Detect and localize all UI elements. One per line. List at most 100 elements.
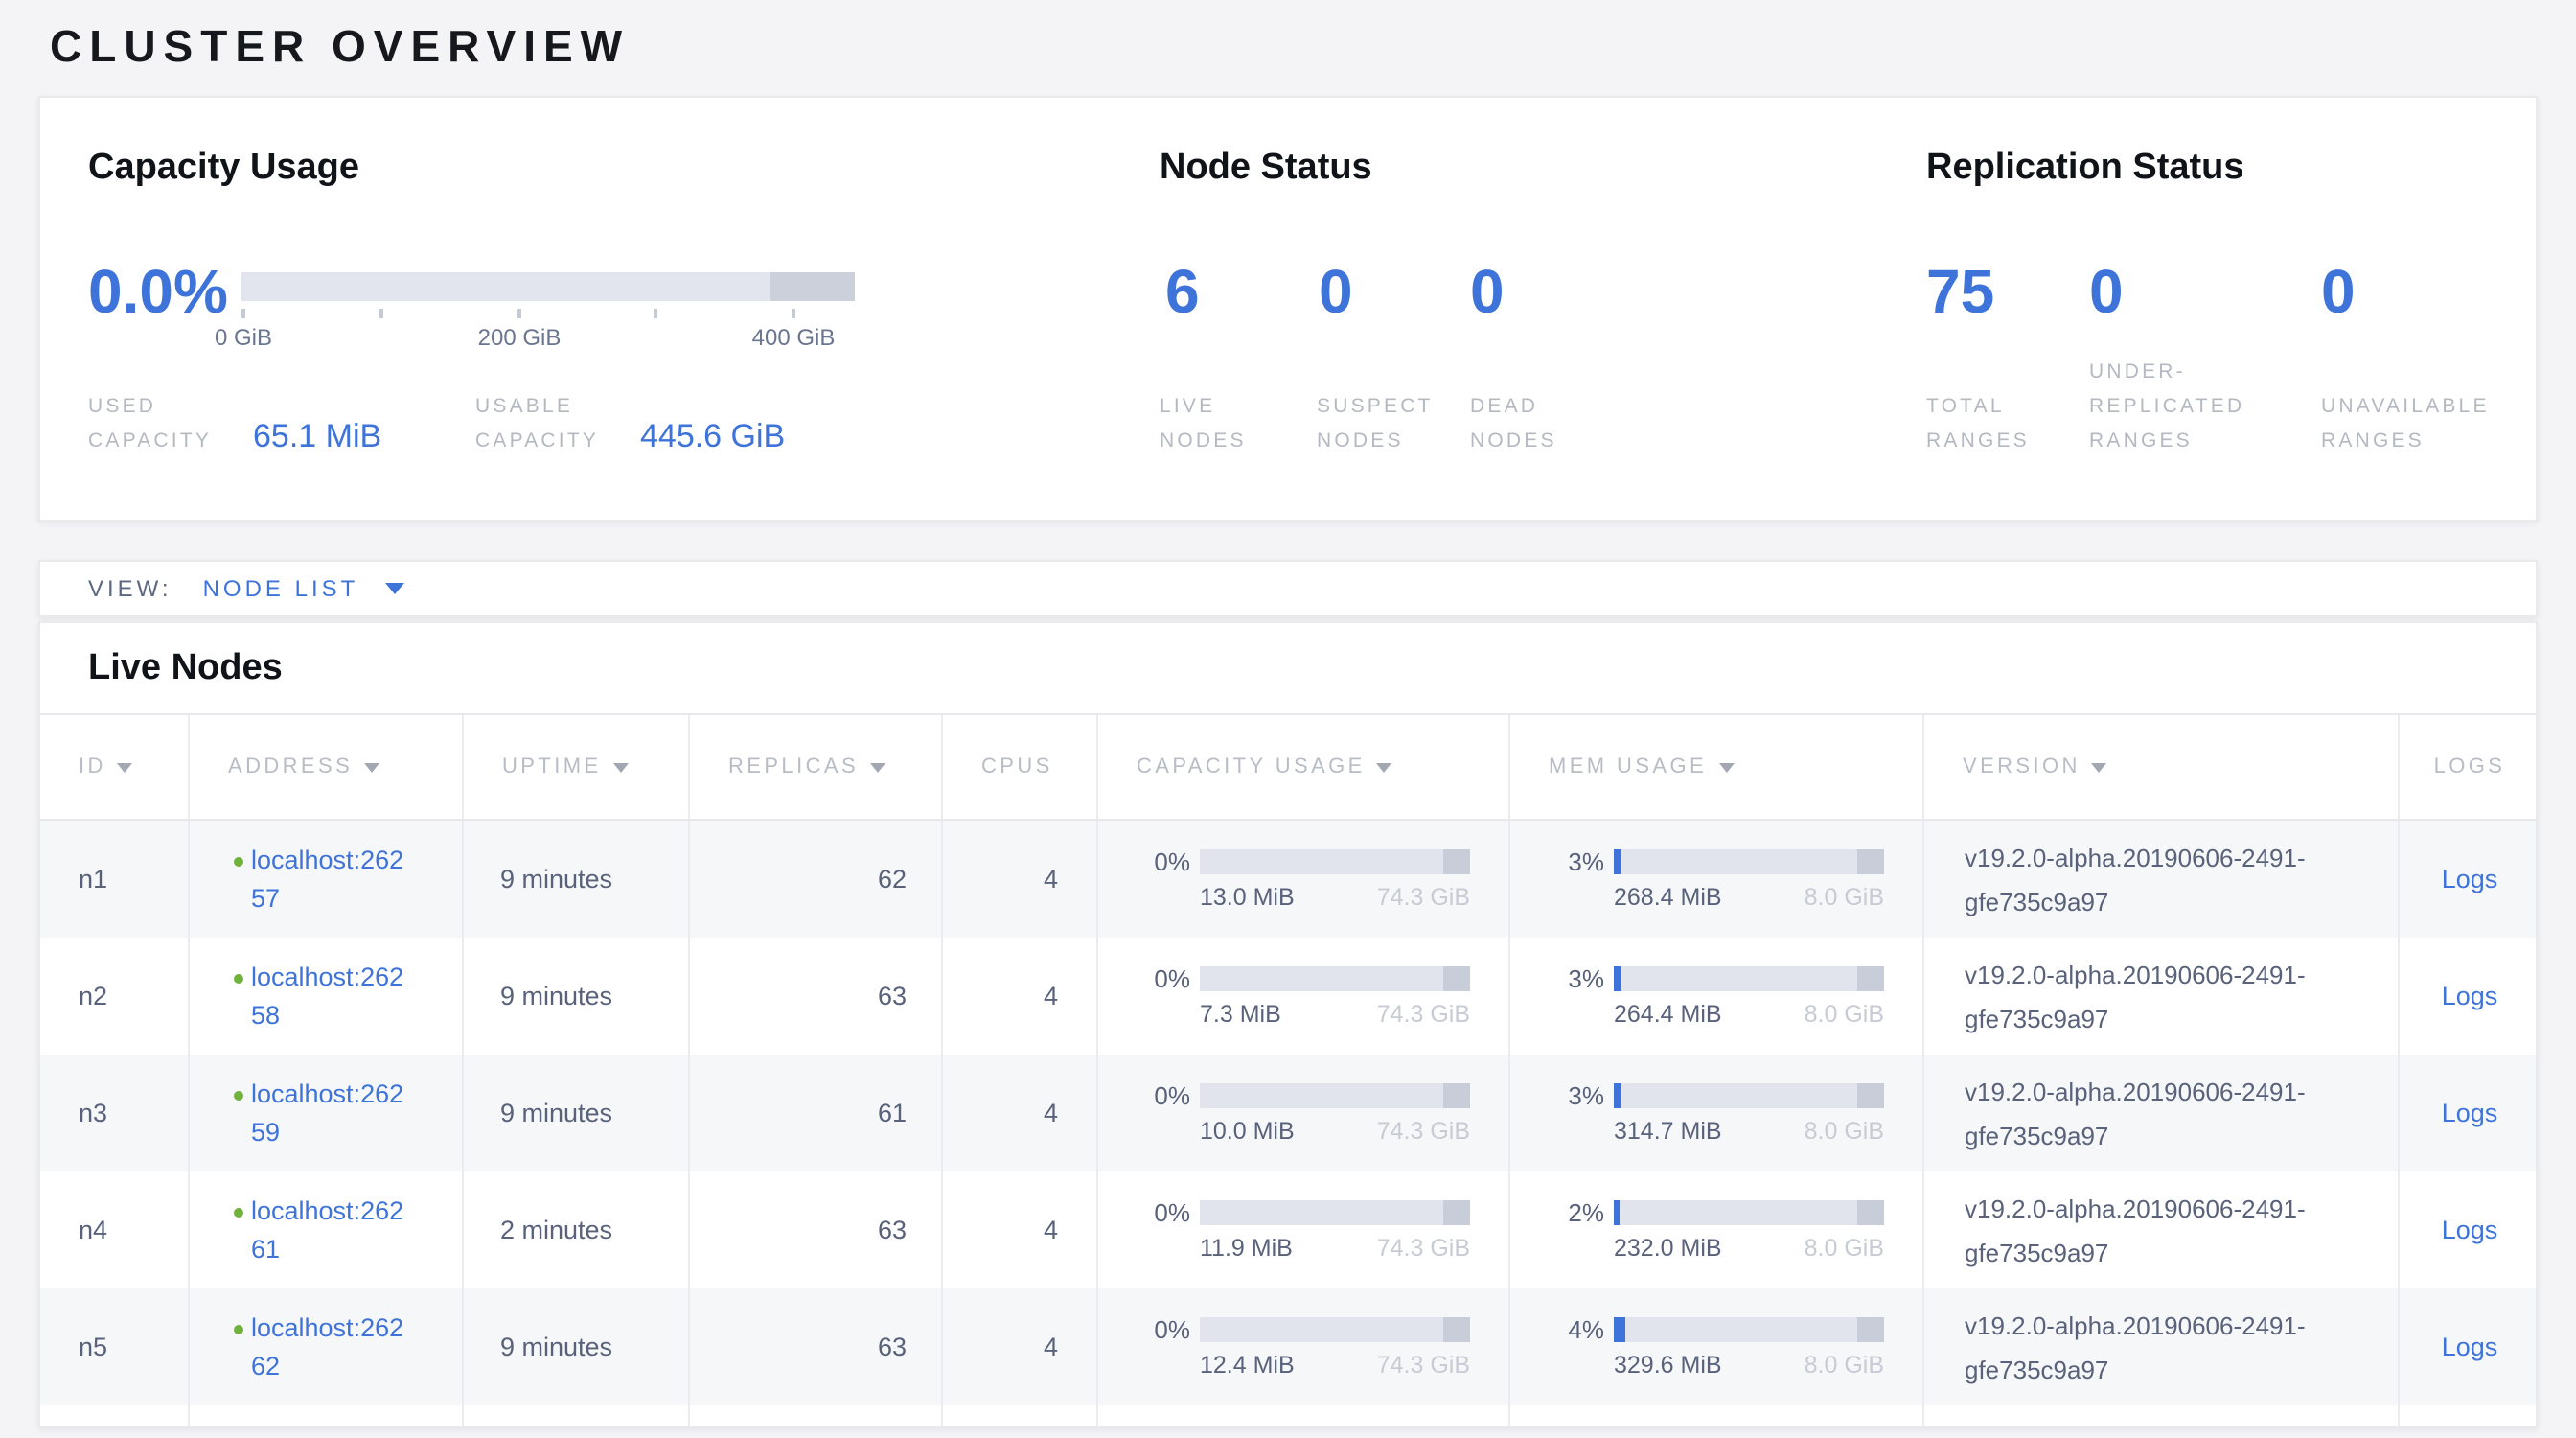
node-version-cell: v19.2.0-alpha.20190606-2491-gfe735c9a97 [1924,1288,2400,1405]
mem-used: 268.4 MiB [1614,884,1722,911]
usable-capacity-value: 445.6 GiB [640,418,785,458]
mem-used: 329.6 MiB [1614,1352,1722,1379]
column-header-replicas[interactable]: REPLICAS [690,715,943,819]
capacity-total: 74.3 GiB [1377,884,1470,911]
table-row: n4 localhost:26261 2 minutes 63 4 0% 11.… [40,1171,2536,1288]
logs-link[interactable]: Logs [2442,1333,2498,1361]
summary-card: Capacity Usage 0.0% 0 GiB 200 GiB 400 Gi… [38,96,2538,522]
node-cpus: 4 [943,938,1098,1055]
capacity-used: 10.0 MiB [1200,1118,1295,1145]
capacity-total: 74.3 GiB [1377,1118,1470,1145]
table-row: n5 localhost:26262 9 minutes 63 4 0% 12.… [40,1288,2536,1405]
usable-capacity-stat: USABLE CAPACITY 445.6 GiB [475,389,785,458]
usable-capacity-label: USABLE CAPACITY [475,389,629,458]
capacity-bar [1200,966,1470,991]
mem-usage-cell: 4% 329.6 MiB 8.0 GiB [1510,1288,1924,1405]
node-cpus: 4 [943,821,1098,938]
node-version-cell: v19.2.0-alpha.20190606-2491-gfe735c9a97 [1924,1055,2400,1171]
live-nodes-label: LIVE NODES [1160,389,1278,458]
node-cpus: 4 [943,1288,1098,1405]
dead-nodes-label: DEAD NODES [1470,389,1589,458]
sort-arrow-icon [364,762,380,772]
column-header-version[interactable]: VERSION [1924,715,2400,819]
capacity-percent: 0% [1154,964,1190,993]
view-label: VIEW: [88,575,172,602]
capacity-percent: 0% [1154,1198,1190,1227]
axis-tick-label: 0 GiB [215,324,272,351]
page-title: CLUSTER OVERVIEW [50,21,630,73]
node-version: v19.2.0-alpha.20190606-2491-gfe735c9a97 [1965,1069,2329,1157]
logs-link[interactable]: Logs [2442,982,2498,1010]
node-cpus: 4 [943,1055,1098,1171]
node-replicas: 63 [690,1288,943,1405]
capacity-usage-cell: 0% 11.9 MiB 74.3 GiB [1098,1171,1510,1288]
mem-total: 8.0 GiB [1805,1235,1884,1262]
column-header-logs: LOGS [2400,715,2538,819]
node-address-link[interactable]: localhost:26262 [251,1309,408,1385]
cluster-overview-page: CLUSTER OVERVIEW Capacity Usage 0.0% 0 G… [0,0,2576,1438]
mem-percent: 2% [1568,1198,1604,1227]
node-uptime: 9 minutes [464,1055,690,1171]
capacity-usage-cell: 0% 13.0 MiB 74.3 GiB [1098,821,1510,938]
mem-percent: 4% [1568,1315,1604,1344]
mem-percent: 3% [1568,1081,1604,1110]
mem-total: 8.0 GiB [1805,884,1884,911]
node-uptime: 2 minutes [464,1171,690,1288]
capacity-percent: 0.0% [88,259,228,326]
capacity-total: 74.3 GiB [1377,1001,1470,1028]
column-header-mem-usage[interactable]: MEM USAGE [1510,715,1924,819]
mem-used: 232.0 MiB [1614,1235,1722,1262]
node-replicas: 62 [690,821,943,938]
unavailable-label: UNAVAILABLE RANGES [2321,389,2505,458]
logs-cell: Logs [2400,1171,2538,1288]
node-address-link[interactable]: localhost:26259 [251,1075,408,1151]
node-replicas: 63 [690,1171,943,1288]
suspect-nodes-count: 0 [1319,259,1353,326]
logs-link[interactable]: Logs [2442,1216,2498,1244]
table-header-row: ID ADDRESS UPTIME REPLICAS CPUS CAPACITY… [40,713,2536,821]
axis-tick-label: 200 GiB [478,324,562,351]
sort-arrow-icon [870,762,886,772]
view-mode-dropdown[interactable]: NODE LIST [203,575,405,602]
column-header-cpus: CPUS [943,715,1098,819]
column-header-address[interactable]: ADDRESS [190,715,464,819]
capacity-bar-cap [770,272,855,301]
node-id: n5 [40,1288,190,1405]
node-live-dot [234,856,243,866]
used-capacity-label: USED CAPACITY [88,389,242,458]
table-row: n3 localhost:26259 9 minutes 61 4 0% 10.… [40,1055,2536,1171]
mem-usage-cell: 3% 314.7 MiB 8.0 GiB [1510,1055,1924,1171]
node-address-cell: localhost:26261 [190,1171,464,1288]
mem-total: 8.0 GiB [1805,1001,1884,1028]
logs-cell: Logs [2400,821,2538,938]
node-id: n3 [40,1055,190,1171]
column-header-uptime[interactable]: UPTIME [464,715,690,819]
column-header-capacity-usage[interactable]: CAPACITY USAGE [1098,715,1510,819]
node-address-link[interactable]: localhost:26258 [251,958,408,1034]
mem-used: 314.7 MiB [1614,1118,1722,1145]
sort-arrow-icon [1718,762,1734,772]
logs-cell: Logs [2400,938,2538,1055]
logs-link[interactable]: Logs [2442,865,2498,893]
axis-tick [792,309,795,318]
mem-bar [1614,1317,1884,1342]
column-header-id[interactable]: ID [40,715,190,819]
node-version: v19.2.0-alpha.20190606-2491-gfe735c9a97 [1965,1303,2329,1391]
mem-usage-cell: 2% 232.0 MiB 8.0 GiB [1510,1171,1924,1288]
node-address-link[interactable]: localhost:26261 [251,1192,408,1268]
node-replicas: 63 [690,938,943,1055]
node-address-cell: localhost:26258 [190,938,464,1055]
node-live-dot [234,1090,243,1100]
capacity-percent: 0% [1154,1081,1190,1110]
mem-used: 264.4 MiB [1614,1001,1722,1028]
node-version-cell: v19.2.0-alpha.20190606-2491-gfe735c9a97 [1924,1171,2400,1288]
node-address-cell: localhost:26262 [190,1288,464,1405]
capacity-bar [1200,1200,1470,1225]
table-row: n1 localhost:26257 9 minutes 62 4 0% 13.… [40,821,2536,938]
node-address-link[interactable]: localhost:26257 [251,841,408,917]
node-version: v19.2.0-alpha.20190606-2491-gfe735c9a97 [1965,952,2329,1040]
logs-link[interactable]: Logs [2442,1099,2498,1127]
dead-nodes-count: 0 [1470,259,1505,326]
capacity-bar [1200,849,1470,874]
node-uptime: 9 minutes [464,938,690,1055]
